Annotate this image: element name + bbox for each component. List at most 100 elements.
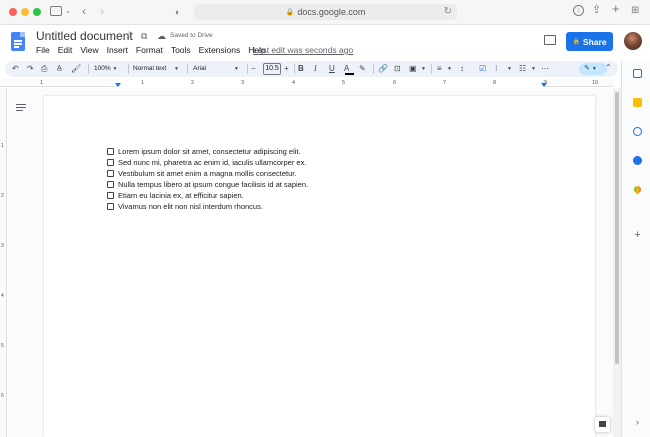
checkbox[interactable] bbox=[107, 170, 114, 177]
line-spacing-icon[interactable]: ↕ bbox=[460, 63, 464, 75]
style-select[interactable]: Normal text ▼ bbox=[133, 63, 179, 75]
decrease-font-size-icon[interactable]: − bbox=[251, 63, 256, 75]
align-icon[interactable]: ≡ bbox=[437, 63, 442, 75]
comment-history-icon[interactable] bbox=[544, 35, 556, 45]
reload-icon[interactable]: ↻ bbox=[444, 6, 452, 17]
explore-button[interactable] bbox=[595, 417, 610, 432]
ruler-number: 6 bbox=[393, 80, 397, 86]
cloud-saved-icon[interactable]: ☁ bbox=[157, 31, 166, 42]
minimize-window-button[interactable] bbox=[21, 8, 29, 16]
highlight-color-icon[interactable]: ✎ bbox=[359, 63, 366, 75]
checkbox[interactable] bbox=[107, 181, 114, 188]
numbered-list-icon[interactable]: ☷ bbox=[519, 63, 526, 75]
checklist-item-text[interactable]: Lorem ipsum dolor sit amet, consectetur … bbox=[118, 146, 301, 157]
address-bar[interactable]: 🔒 docs.google.com ↻ bbox=[194, 4, 457, 20]
menu-view[interactable]: View bbox=[80, 45, 98, 57]
sidebar-toggle-icon[interactable] bbox=[50, 6, 62, 16]
document-outline-icon[interactable] bbox=[16, 103, 26, 113]
avatar[interactable] bbox=[624, 32, 642, 50]
save-status: Saved to Drive bbox=[170, 32, 213, 39]
menu-edit[interactable]: Edit bbox=[58, 45, 73, 57]
checklist-item: Etiam eu lacinia ex, at efficitur sapien… bbox=[107, 190, 308, 201]
checklist-item: Lorem ipsum dolor sit amet, consectetur … bbox=[107, 146, 308, 157]
editing-mode-button[interactable]: ✎ ▼ bbox=[579, 63, 607, 75]
checklist-item-text[interactable]: Sed nunc mi, pharetra ac enim id, iaculi… bbox=[118, 157, 306, 168]
document-title[interactable]: Untitled document bbox=[36, 29, 133, 43]
close-window-button[interactable] bbox=[9, 8, 17, 16]
checkbox[interactable] bbox=[107, 192, 114, 199]
collapse-menus-icon[interactable]: ⌃ bbox=[605, 63, 612, 72]
ruler-number: 10 bbox=[592, 80, 599, 86]
keep-icon[interactable] bbox=[633, 98, 642, 107]
tab-overview-icon[interactable]: ⊞ bbox=[631, 5, 639, 17]
checklist-item: Vivamus non elit non nisl interdum rhonc… bbox=[107, 201, 308, 212]
chevron-down-icon[interactable]: ▼ bbox=[507, 63, 512, 75]
divider bbox=[294, 64, 295, 74]
chevron-down-icon[interactable]: ▼ bbox=[447, 63, 452, 75]
checkbox[interactable] bbox=[107, 148, 114, 155]
lock-icon: 🔒 bbox=[285, 9, 295, 16]
menu-file[interactable]: File bbox=[36, 45, 50, 57]
insert-image-icon[interactable]: ▣ bbox=[409, 63, 417, 75]
move-folder-icon[interactable]: ⧉ bbox=[141, 31, 147, 42]
chevron-down-icon[interactable]: ⌄ bbox=[65, 6, 71, 18]
chevron-down-icon[interactable]: ▼ bbox=[531, 63, 536, 75]
checklist-item: Nulla tempus libero at ipsum congue faci… bbox=[107, 179, 308, 190]
forward-icon[interactable]: › bbox=[100, 5, 104, 17]
divider bbox=[247, 64, 248, 74]
ruler-number: 3 bbox=[1, 243, 4, 249]
download-icon[interactable]: ↓ bbox=[573, 5, 584, 16]
new-tab-icon[interactable]: + bbox=[612, 2, 620, 15]
font-select[interactable]: Arial ▼ bbox=[193, 63, 239, 75]
scrollbar-thumb[interactable] bbox=[615, 92, 619, 364]
left-indent-marker[interactable] bbox=[115, 83, 121, 87]
add-addon-icon[interactable]: + bbox=[633, 230, 642, 241]
ruler-number: 1 bbox=[40, 80, 44, 86]
print-icon[interactable]: ⎙ bbox=[41, 63, 47, 75]
calendar-icon[interactable] bbox=[633, 69, 642, 78]
ruler-number: 2 bbox=[1, 193, 4, 199]
menu-format[interactable]: Format bbox=[136, 45, 163, 57]
underline-icon[interactable]: U bbox=[329, 63, 335, 75]
checklist-icon[interactable]: ☑ bbox=[479, 63, 486, 75]
menu-tools[interactable]: Tools bbox=[171, 45, 191, 57]
paint-format-icon[interactable]: 🖌 bbox=[71, 63, 81, 75]
right-indent-marker[interactable] bbox=[541, 83, 547, 87]
privacy-shield-icon[interactable]: ◐ bbox=[175, 6, 180, 18]
url-text: docs.google.com bbox=[297, 7, 366, 17]
menu-extensions[interactable]: Extensions bbox=[199, 45, 241, 57]
bulleted-list-icon[interactable]: ⁝ bbox=[495, 63, 498, 75]
increase-font-size-icon[interactable]: + bbox=[284, 63, 289, 75]
tasks-icon[interactable] bbox=[633, 127, 642, 136]
chevron-down-icon[interactable]: ▼ bbox=[421, 63, 426, 75]
checkbox[interactable] bbox=[107, 203, 114, 210]
star-icon[interactable]: ☆ bbox=[125, 30, 134, 41]
menu-insert[interactable]: Insert bbox=[107, 45, 128, 57]
insert-link-icon[interactable]: 🔗 bbox=[378, 63, 388, 75]
side-panel bbox=[621, 61, 650, 437]
last-edit-link[interactable]: Last edit was seconds ago bbox=[253, 45, 353, 55]
zoom-window-button[interactable] bbox=[33, 8, 41, 16]
share-button[interactable]: 🔒 Share bbox=[566, 32, 613, 51]
more-options-icon[interactable]: ⋯ bbox=[541, 63, 549, 75]
ruler-number: 7 bbox=[443, 80, 447, 86]
undo-icon[interactable]: ↶ bbox=[12, 63, 19, 75]
checklist-item-text[interactable]: Vestibulum sit amet enim a magna mollis … bbox=[118, 168, 296, 179]
spellcheck-icon[interactable]: A̲ bbox=[57, 63, 62, 75]
add-comment-icon[interactable]: ⊡ bbox=[394, 63, 401, 75]
checklist-item-text[interactable]: Vivamus non elit non nisl interdum rhonc… bbox=[118, 201, 263, 212]
checkbox[interactable] bbox=[107, 159, 114, 166]
checklist-item-text[interactable]: Etiam eu lacinia ex, at efficitur sapien… bbox=[118, 190, 244, 201]
font-size-input[interactable]: 10.5 bbox=[263, 63, 281, 75]
checklist-item-text[interactable]: Nulla tempus libero at ipsum congue faci… bbox=[118, 179, 308, 190]
bold-icon[interactable]: B bbox=[298, 63, 304, 75]
share-page-icon[interactable]: ⇪ bbox=[592, 4, 601, 16]
zoom-select[interactable]: 100% ▼ bbox=[94, 63, 117, 75]
docs-logo-icon[interactable] bbox=[11, 32, 25, 51]
contacts-icon[interactable] bbox=[633, 156, 642, 165]
back-icon[interactable]: ‹ bbox=[82, 5, 86, 17]
italic-icon[interactable]: I bbox=[314, 63, 317, 75]
expand-panel-icon[interactable]: › bbox=[633, 418, 642, 427]
explore-icon bbox=[599, 421, 606, 427]
redo-icon[interactable]: ↷ bbox=[27, 63, 34, 75]
